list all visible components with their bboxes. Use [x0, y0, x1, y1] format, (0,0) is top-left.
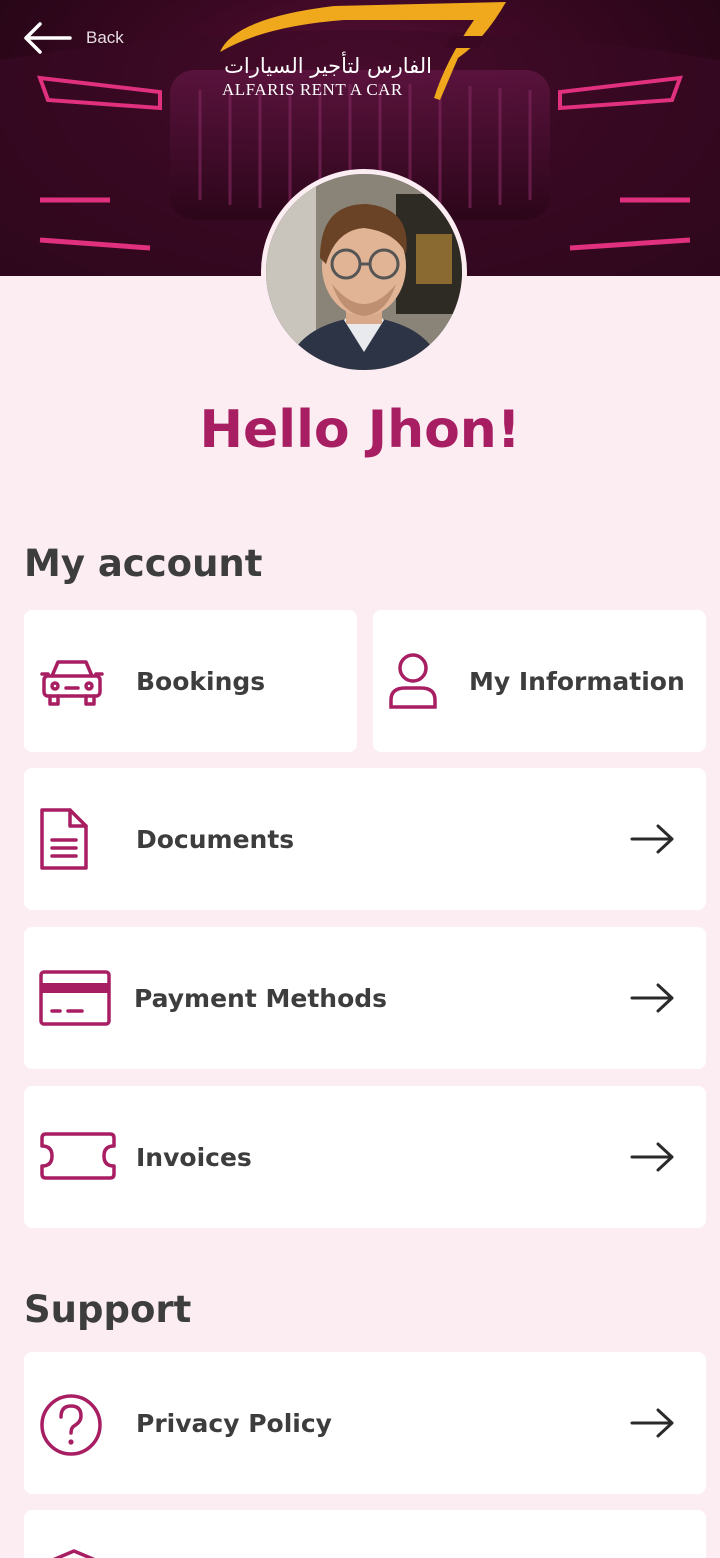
document-icon	[40, 808, 88, 870]
car-icon	[40, 660, 104, 706]
ticket-icon	[40, 1132, 116, 1180]
logo-english-text: ALFARIS RENT A CAR	[222, 80, 403, 99]
section-title-my-account: My account	[24, 542, 263, 585]
bookings-label: Bookings	[136, 667, 266, 696]
arrow-right-icon	[630, 824, 674, 854]
arrow-left-icon	[24, 22, 72, 54]
profile-photo	[266, 174, 462, 370]
payment-methods-card[interactable]: Payment Methods	[24, 927, 706, 1069]
user-icon	[389, 653, 437, 709]
support-next-card[interactable]	[24, 1510, 706, 1558]
my-information-card[interactable]: My Information	[373, 610, 706, 752]
privacy-policy-card[interactable]: Privacy Policy	[24, 1352, 706, 1494]
invoices-card[interactable]: Invoices	[24, 1086, 706, 1228]
question-circle-icon	[40, 1394, 102, 1456]
documents-card[interactable]: Documents	[24, 768, 706, 910]
privacy-policy-label: Privacy Policy	[136, 1409, 332, 1438]
arrow-right-icon	[630, 1408, 674, 1438]
my-information-label: My Information	[469, 667, 685, 696]
credit-card-icon	[39, 970, 111, 1026]
back-label: Back	[86, 28, 124, 47]
arrow-right-icon	[630, 1142, 674, 1172]
arrow-right-icon	[630, 983, 674, 1013]
bookings-card[interactable]: Bookings	[24, 610, 357, 752]
documents-label: Documents	[136, 825, 295, 854]
invoices-label: Invoices	[136, 1143, 252, 1172]
greeting-title: Hello Jhon!	[199, 400, 521, 460]
avatar[interactable]	[261, 169, 467, 375]
logo-arabic-text: الفارس لتأجير السيارات	[224, 54, 432, 78]
brand-logo: الفارس لتأجير السيارات ALFARIS RENT A CA…	[214, 0, 514, 104]
payment-methods-label: Payment Methods	[134, 984, 388, 1013]
back-button[interactable]: Back	[22, 20, 124, 56]
section-title-support: Support	[24, 1288, 192, 1331]
shield-icon	[52, 1549, 96, 1558]
